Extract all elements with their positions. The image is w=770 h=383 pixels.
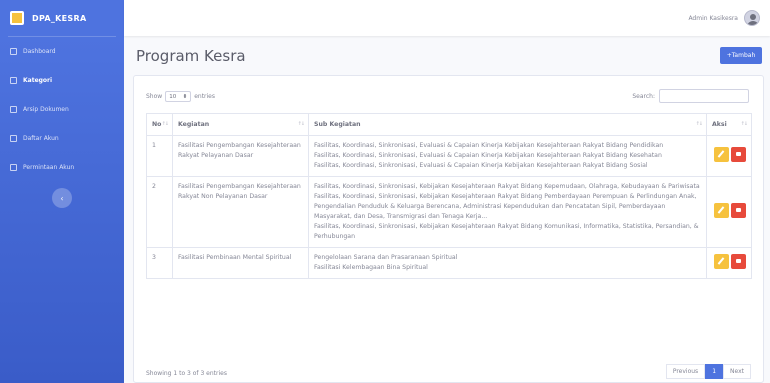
cell-no: 1 [146, 135, 173, 177]
header-no-label: No [152, 121, 162, 128]
sort-icon: ↑↓ [695, 121, 703, 127]
delete-button[interactable] [731, 202, 746, 218]
table-row: 2 Fasilitasi Pengembangan Kesejahteraan … [146, 176, 752, 248]
header-sub-kegiatan[interactable]: Sub Kegiatan ↑↓ [308, 113, 707, 136]
sidebar-item-permintaan-akun[interactable]: Permintaan Akun [0, 153, 124, 182]
sub-kegiatan-item: Fasilitas, Koordinasi, Sinkronisasi, Keb… [314, 223, 699, 240]
brand-logo-icon [10, 11, 24, 25]
sidebar: DPA_KESRA Dashboard Kategori Arsip Dokum… [0, 0, 124, 383]
sidebar-toggle-button[interactable]: ‹ [52, 188, 72, 208]
header-aksi[interactable]: Aksi ↑↓ [706, 113, 752, 136]
pagination: Previous 1 Next [665, 364, 751, 379]
sub-kegiatan-item: Fasilitas, Koordinasi, Sinkronisasi, Eva… [314, 142, 664, 149]
cell-no: 2 [146, 176, 173, 248]
sort-icon: ↑↓ [297, 121, 305, 127]
edit-button[interactable] [714, 202, 729, 218]
cell-no: 3 [146, 247, 173, 279]
cell-kegiatan: Fasilitasi Pengembangan Kesejahteraan Ra… [172, 135, 309, 177]
show-label: Show [146, 93, 163, 100]
cell-aksi [706, 247, 752, 279]
header-kegiatan-label: Kegiatan [178, 121, 210, 128]
cell-sub-kegiatan: Pengelolaan Sarana dan Prasaranaan Spiri… [308, 247, 707, 279]
sub-kegiatan-item: Pengelolaan Sarana dan Prasaranaan Spiri… [314, 254, 458, 261]
sidebar-item-arsip-dokumen[interactable]: Arsip Dokumen [0, 95, 124, 124]
header-aksi-label: Aksi [712, 121, 727, 128]
cell-aksi [706, 135, 752, 177]
sidebar-item-daftar-akun[interactable]: Daftar Akun [0, 124, 124, 153]
entries-value: 10 [169, 93, 177, 100]
sub-kegiatan-item: Fasilitasi Kelembagaan Bina Spiritual [314, 264, 428, 271]
sort-icon: ↑↓ [161, 121, 169, 127]
delete-button[interactable] [731, 146, 746, 162]
search-wrap: Search: [632, 89, 749, 103]
avatar[interactable] [744, 10, 760, 26]
add-button[interactable]: +Tambah [720, 47, 762, 64]
sort-icon: ↑↓ [740, 121, 748, 127]
sidebar-item-label: Dashboard [23, 48, 56, 55]
sub-kegiatan-item: Fasilitas, Koordinasi, Sinkronisasi, Eva… [314, 162, 648, 169]
header-sub-label: Sub Kegiatan [314, 121, 361, 128]
dashboard-icon [10, 48, 17, 55]
table-card: Show 10 ⬍ entries Search: No ↑↓ Kegiatan ↑… [133, 75, 764, 383]
next-button[interactable]: Next [723, 364, 751, 379]
search-label: Search: [632, 92, 655, 100]
sidebar-item-label: Permintaan Akun [23, 164, 75, 171]
page-1-button[interactable]: 1 [705, 364, 724, 379]
sub-kegiatan-item: Fasilitas, Koordinasi, Sinkronisasi, Keb… [314, 193, 697, 220]
header-no[interactable]: No ↑↓ [146, 113, 173, 136]
sub-kegiatan-item: Fasilitas, Koordinasi, Sinkronisasi, Keb… [314, 183, 700, 190]
table-info: Showing 1 to 3 of 3 entries [146, 370, 227, 377]
header-kegiatan[interactable]: Kegiatan ↑↓ [172, 113, 309, 136]
archive-icon [10, 106, 17, 113]
show-entries: Show 10 ⬍ entries [146, 91, 215, 102]
page-title: Program Kesra [136, 47, 246, 65]
select-arrow-icon: ⬍ [182, 93, 188, 100]
cell-sub-kegiatan: Fasilitas, Koordinasi, Sinkronisasi, Eva… [308, 135, 707, 177]
delete-button[interactable] [731, 253, 746, 269]
entries-label: entries [194, 93, 216, 100]
sidebar-item-label: Kategori [23, 77, 53, 84]
cell-kegiatan: Fasilitasi Pembinaan Mental Spiritual [172, 247, 309, 279]
cell-aksi [706, 176, 752, 248]
user-name[interactable]: Admin Kasikesra [688, 15, 738, 22]
search-input[interactable] [659, 89, 749, 103]
users-icon [10, 135, 17, 142]
user-request-icon [10, 164, 17, 171]
cell-kegiatan: Fasilitasi Pengembangan Kesejahteraan Ra… [172, 176, 309, 248]
sidebar-item-label: Arsip Dokumen [23, 106, 69, 113]
table-row: 1 Fasilitasi Pengembangan Kesejahteraan … [146, 135, 752, 177]
cell-sub-kegiatan: Fasilitas, Koordinasi, Sinkronisasi, Keb… [308, 176, 707, 248]
sidebar-item-label: Daftar Akun [23, 135, 59, 142]
edit-button[interactable] [714, 253, 729, 269]
table-row: 3 Fasilitasi Pembinaan Mental Spiritual … [146, 247, 752, 279]
sub-kegiatan-item: Fasilitas, Koordinasi, Sinkronisasi, Eva… [314, 152, 662, 159]
folder-icon [10, 77, 17, 84]
sidebar-item-dashboard[interactable]: Dashboard [0, 37, 124, 66]
brand[interactable]: DPA_KESRA [0, 0, 124, 36]
chevron-left-icon: ‹ [60, 193, 64, 203]
entries-select[interactable]: 10 ⬍ [165, 91, 192, 102]
previous-button[interactable]: Previous [665, 364, 706, 379]
brand-name: DPA_KESRA [32, 13, 87, 23]
kesra-table: No ↑↓ Kegiatan ↑↓ Sub Kegiatan ↑↓ Aksi ↑↓ 1 … [146, 113, 752, 279]
sidebar-item-kategori[interactable]: Kategori [0, 66, 124, 95]
topbar: Admin Kasikesra [124, 0, 770, 36]
table-header-row: No ↑↓ Kegiatan ↑↓ Sub Kegiatan ↑↓ Aksi ↑↓ [146, 113, 752, 136]
edit-button[interactable] [714, 146, 729, 162]
